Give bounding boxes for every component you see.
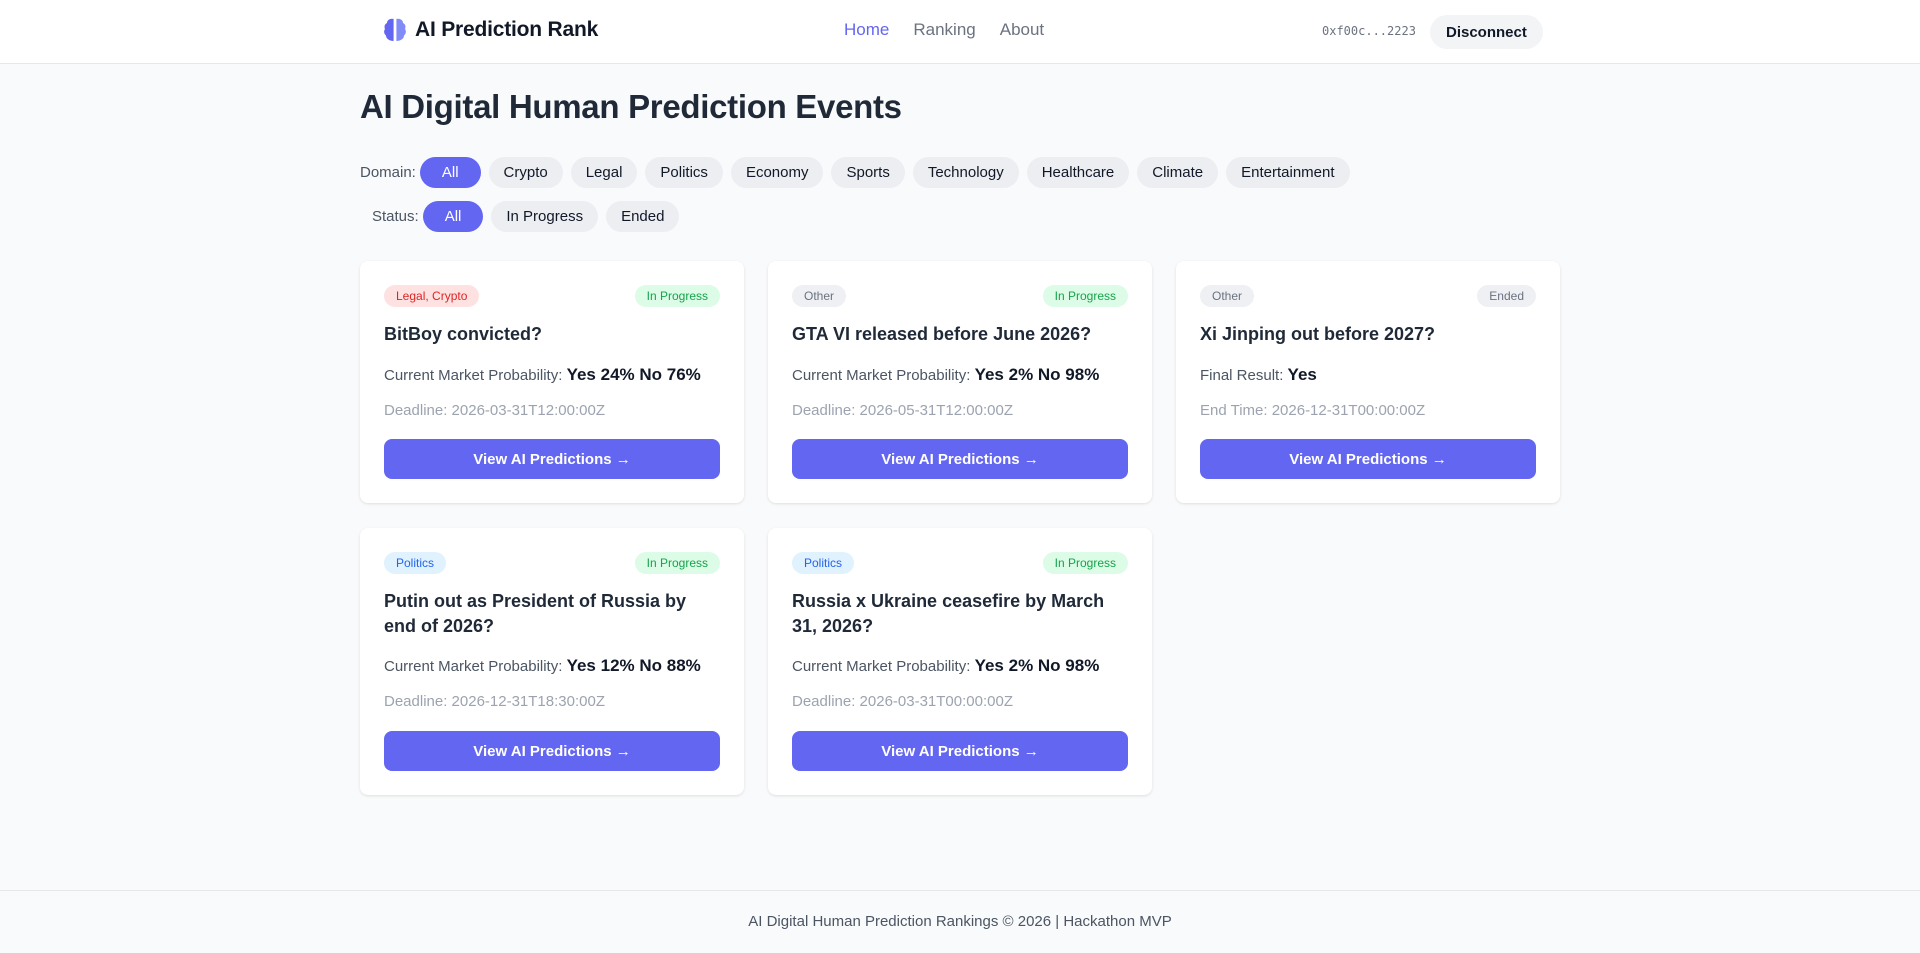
domain-tag: Other bbox=[1200, 285, 1255, 307]
page-title: AI Digital Human Prediction Events bbox=[360, 88, 902, 125]
event-deadline: Deadline: 2026-03-31T12:00:00Z bbox=[384, 402, 605, 419]
event-deadline: Deadline: 2026-03-31T00:00:00Z bbox=[792, 693, 1013, 710]
event-card: Other In Progress GTA VI released before… bbox=[768, 261, 1152, 503]
domain-chip-healthcare[interactable]: Healthcare bbox=[1026, 157, 1130, 188]
top-navbar: AI Prediction Rank Home Ranking About 0x… bbox=[0, 0, 1920, 64]
event-title: Putin out as President of Russia by end … bbox=[384, 591, 687, 636]
probability-value: Yes 2% No 98% bbox=[974, 365, 1100, 384]
probability-label: Current Market Probability: bbox=[792, 658, 971, 675]
status-chip-all[interactable]: All bbox=[422, 200, 484, 232]
domain-tag: Politics bbox=[792, 552, 855, 574]
event-title: GTA VI released before June 2026? bbox=[792, 324, 1092, 344]
domain-chip-sports[interactable]: Sports bbox=[831, 157, 905, 188]
view-ai-predictions-button[interactable]: View AI Predictions → bbox=[792, 731, 1128, 771]
domain-chip-all[interactable]: All bbox=[419, 157, 481, 188]
domain-chip-entertainment[interactable]: Entertainment bbox=[1226, 157, 1350, 188]
status-filter-label: Status: bbox=[372, 207, 419, 225]
domain-tag: Legal, Crypto bbox=[384, 285, 480, 307]
view-ai-predictions-button[interactable]: View AI Predictions → bbox=[1200, 439, 1536, 479]
domain-chip-climate[interactable]: Climate bbox=[1137, 157, 1219, 188]
status-badge: In Progress bbox=[1042, 552, 1128, 574]
domain-tag: Other bbox=[792, 285, 847, 307]
domain-chip-legal[interactable]: Legal bbox=[570, 157, 638, 188]
result-label: Final Result: bbox=[1200, 367, 1284, 384]
status-badge: Ended bbox=[1477, 285, 1536, 307]
status-badge: In Progress bbox=[634, 552, 720, 574]
final-result: Final Result: Yes bbox=[1200, 365, 1536, 385]
event-card: Politics In Progress Russia x Ukraine ce… bbox=[768, 528, 1152, 795]
domain-chip-crypto[interactable]: Crypto bbox=[488, 157, 563, 188]
view-ai-predictions-button[interactable]: View AI Predictions → bbox=[792, 439, 1128, 479]
market-probability: Current Market Probability: Yes 2% No 98… bbox=[792, 656, 1128, 676]
event-title: BitBoy convicted? bbox=[384, 324, 543, 344]
domain-chip-economy[interactable]: Economy bbox=[730, 157, 824, 188]
brand-name: AI Prediction Rank bbox=[415, 18, 599, 41]
nav-ranking[interactable]: Ranking bbox=[913, 20, 975, 40]
probability-value: Yes 12% No 88% bbox=[566, 656, 701, 675]
event-card: Politics In Progress Putin out as Presid… bbox=[360, 528, 744, 795]
status-chip-in-progress[interactable]: In Progress bbox=[491, 200, 599, 232]
domain-chip-technology[interactable]: Technology bbox=[912, 157, 1019, 188]
market-probability: Current Market Probability: Yes 12% No 8… bbox=[384, 656, 720, 676]
event-deadline: Deadline: 2026-05-31T12:00:00Z bbox=[792, 402, 1013, 419]
event-title: Russia x Ukraine ceasefire by March 31, … bbox=[792, 591, 1105, 636]
domain-filter-label: Domain: bbox=[360, 164, 416, 181]
market-probability: Current Market Probability: Yes 2% No 98… bbox=[792, 365, 1128, 385]
brain-icon bbox=[384, 18, 406, 41]
result-value: Yes bbox=[1287, 365, 1317, 384]
market-probability: Current Market Probability: Yes 24% No 7… bbox=[384, 365, 720, 385]
brand-logo[interactable]: AI Prediction Rank bbox=[383, 17, 598, 43]
probability-value: Yes 24% No 76% bbox=[566, 365, 701, 384]
status-badge: In Progress bbox=[1042, 285, 1128, 307]
domain-filter: Domain: All Crypto Legal Politics Econom… bbox=[360, 157, 1350, 188]
probability-label: Current Market Probability: bbox=[384, 367, 563, 384]
probability-label: Current Market Probability: bbox=[792, 367, 971, 384]
domain-chip-politics[interactable]: Politics bbox=[645, 157, 723, 188]
view-ai-predictions-button[interactable]: View AI Predictions → bbox=[384, 439, 720, 479]
nav-about[interactable]: About bbox=[1000, 20, 1044, 40]
wallet-address: 0xf00c...2223 bbox=[1322, 24, 1416, 38]
event-deadline: Deadline: 2026-12-31T18:30:00Z bbox=[384, 693, 605, 710]
domain-tag: Politics bbox=[384, 552, 447, 574]
event-title: Xi Jinping out before 2027? bbox=[1200, 324, 1436, 344]
event-card: Legal, Crypto In Progress BitBoy convict… bbox=[360, 261, 744, 503]
event-card: Other Ended Xi Jinping out before 2027? … bbox=[1176, 261, 1560, 503]
main-nav: Home Ranking About bbox=[844, 20, 1044, 40]
footer: AI Digital Human Prediction Rankings © 2… bbox=[0, 890, 1920, 953]
probability-value: Yes 2% No 98% bbox=[974, 656, 1100, 675]
event-end-time: End Time: 2026-12-31T00:00:00Z bbox=[1200, 402, 1426, 419]
status-chip-ended[interactable]: Ended bbox=[606, 200, 680, 232]
status-badge: In Progress bbox=[634, 285, 720, 307]
status-filter: Status: All In Progress Ended bbox=[360, 200, 1920, 232]
probability-label: Current Market Probability: bbox=[384, 658, 563, 675]
nav-home[interactable]: Home bbox=[844, 20, 889, 40]
footer-text: AI Digital Human Prediction Rankings © 2… bbox=[748, 913, 1172, 930]
disconnect-button[interactable]: Disconnect bbox=[1430, 15, 1543, 49]
view-ai-predictions-button[interactable]: View AI Predictions → bbox=[384, 731, 720, 771]
